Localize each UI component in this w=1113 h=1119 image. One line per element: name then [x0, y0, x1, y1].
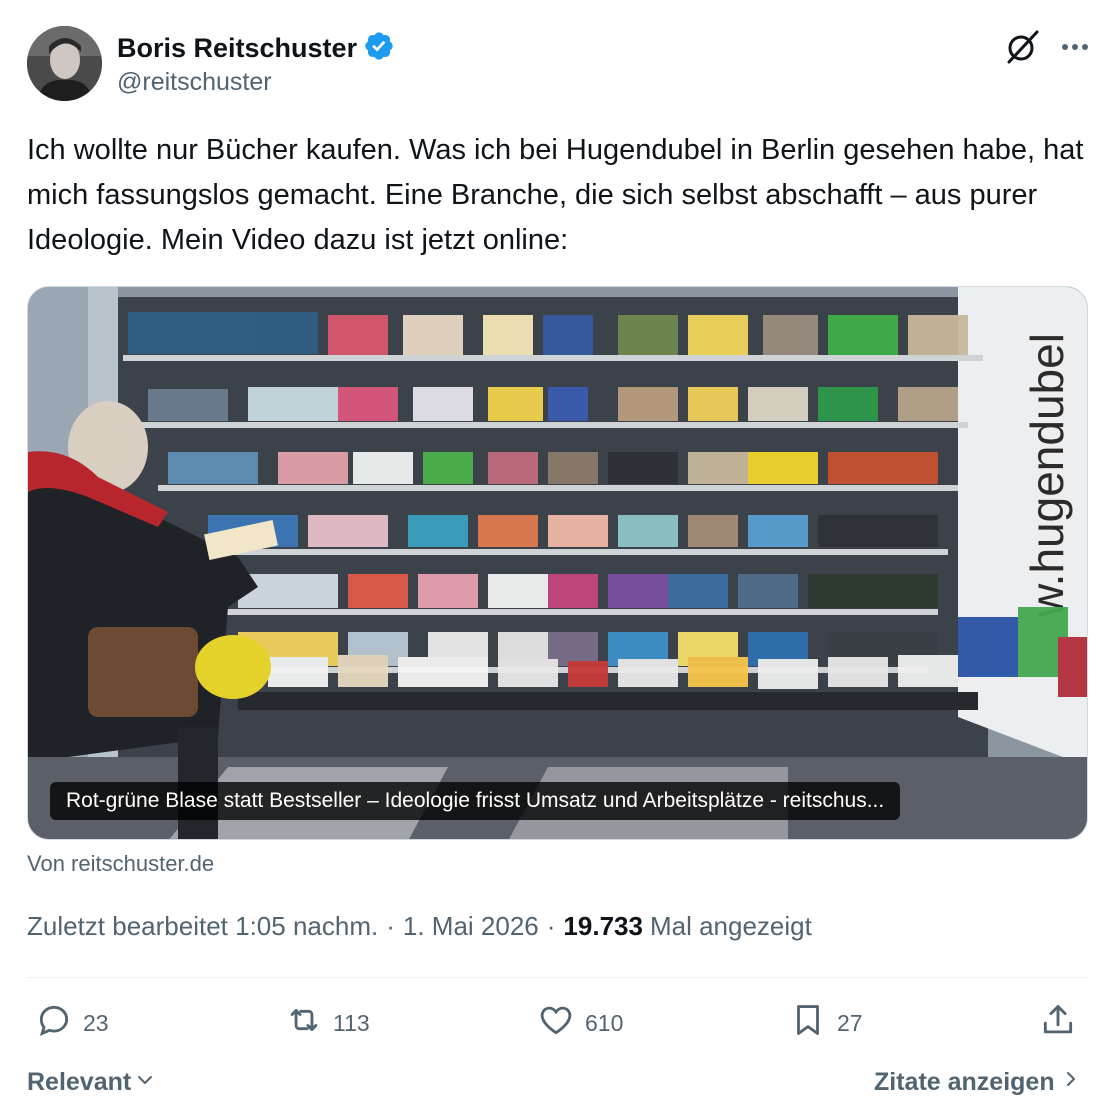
- share-icon: [1039, 1001, 1077, 1045]
- meta-separator: ·: [546, 911, 556, 941]
- repost-count: 113: [333, 1009, 370, 1036]
- display-name[interactable]: Boris Reitschuster: [117, 33, 357, 64]
- bookmark-icon: [789, 1001, 827, 1045]
- bookmark-count: 27: [837, 1009, 863, 1036]
- reply-button[interactable]: 23: [35, 1000, 109, 1046]
- views-count: 19.733: [563, 911, 643, 941]
- verified-badge-icon: [363, 30, 395, 67]
- like-button[interactable]: 610: [537, 1000, 623, 1046]
- repost-button[interactable]: 113: [285, 1000, 370, 1046]
- reply-count: 23: [83, 1009, 109, 1036]
- author-name-row: Boris Reitschuster: [117, 30, 395, 67]
- meta-separator: ·: [386, 911, 395, 941]
- bookmark-button[interactable]: 27: [789, 1000, 863, 1046]
- share-button[interactable]: [1039, 1000, 1077, 1046]
- link-source[interactable]: Von reitschuster.de: [27, 851, 214, 877]
- views-label: Mal angezeigt: [649, 911, 812, 941]
- more-options-icon[interactable]: [1057, 32, 1093, 62]
- tweet-header: Boris Reitschuster @reitschuster: [27, 26, 1097, 102]
- tweet-text: Ich wollte nur Bücher kaufen. Was ich be…: [27, 134, 1084, 256]
- store-sign-text: w.hugendubel: [1021, 333, 1073, 618]
- divider: [27, 977, 1088, 978]
- avatar[interactable]: [27, 26, 102, 101]
- link-card-caption[interactable]: Rot-grüne Blase statt Bestseller – Ideol…: [50, 782, 901, 820]
- action-bar: 23 113 610 27: [27, 1000, 1088, 1046]
- like-count: 610: [585, 1009, 624, 1036]
- chevron-down-icon: [135, 1068, 155, 1097]
- heart-icon: [537, 1001, 575, 1045]
- link-card-media[interactable]: w.hugendubel Rot-grüne Blase statt Bests…: [27, 286, 1088, 840]
- edited-timestamp[interactable]: Zuletzt bearbeitet 1:05 nachm.: [27, 911, 378, 942]
- sort-label: Relevant: [27, 1068, 132, 1096]
- tweet-date[interactable]: 1. Mai 2026: [403, 911, 539, 942]
- tweet-meta: Zuletzt bearbeitet 1:05 nachm. · 1. Mai …: [27, 911, 812, 942]
- grok-icon[interactable]: [1003, 28, 1041, 66]
- sort-replies-dropdown[interactable]: Relevant: [27, 1068, 155, 1097]
- quotes-label: Zitate anzeigen: [874, 1068, 1055, 1096]
- view-quotes-link[interactable]: Zitate anzeigen: [874, 1068, 1079, 1097]
- repost-icon: [285, 1001, 323, 1045]
- author-handle[interactable]: @reitschuster: [117, 68, 272, 97]
- reply-icon: [35, 1001, 73, 1045]
- chevron-right-icon: [1063, 1068, 1079, 1097]
- bookstore-photo: w.hugendubel: [28, 287, 1087, 839]
